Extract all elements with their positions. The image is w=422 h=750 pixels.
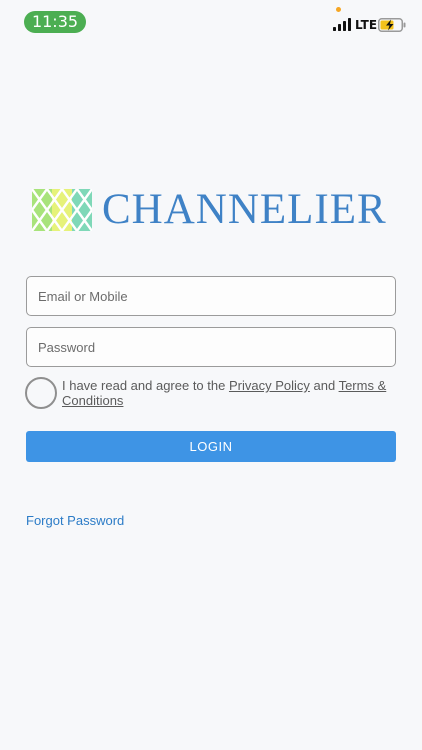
cellular-signal-icon: [333, 18, 351, 31]
network-type: LTE: [355, 18, 378, 32]
channelier-logo-mark-icon: [32, 189, 92, 231]
password-input[interactable]: [26, 327, 396, 367]
consent-checkbox[interactable]: [25, 377, 57, 409]
battery-charging-icon: [378, 18, 406, 32]
terms-consent: I have read and agree to the Privacy Pol…: [25, 377, 397, 413]
brand-name: CHANNELIER: [102, 186, 387, 233]
channelier-logo: CHANNELIER: [32, 187, 392, 233]
consent-text: I have read and agree to the Privacy Pol…: [62, 378, 397, 408]
consent-prefix: I have read and agree to the: [62, 378, 229, 393]
privacy-policy-link[interactable]: Privacy Policy: [229, 378, 310, 393]
status-time: 11:35: [24, 11, 86, 33]
consent-and: and: [309, 378, 339, 393]
forgot-password-link[interactable]: Forgot Password: [26, 513, 124, 528]
status-bar: 11:35 LTE: [0, 0, 422, 44]
email-mobile-input[interactable]: [26, 276, 396, 316]
mic-indicator-icon: [336, 7, 341, 12]
login-button[interactable]: LOGIN: [26, 431, 396, 462]
